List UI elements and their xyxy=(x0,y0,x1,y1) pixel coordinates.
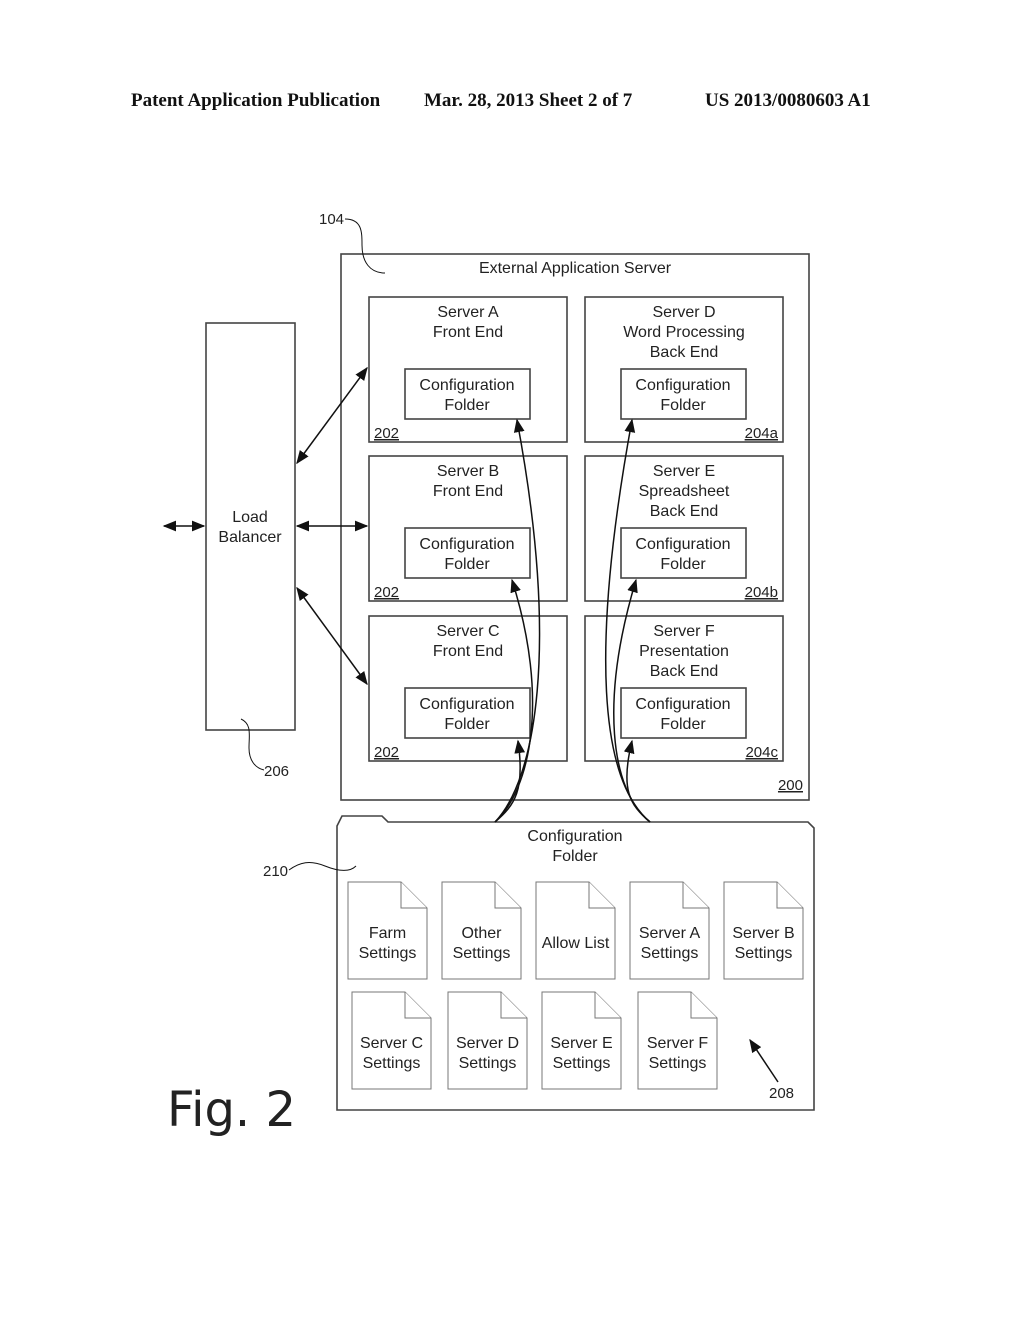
server-ref-number: 202 xyxy=(374,425,399,442)
server-config-folder-label: Folder xyxy=(660,556,706,573)
document-label: Settings xyxy=(459,1055,517,1072)
server-title-line: Front End xyxy=(433,483,503,500)
settings-document: Allow List xyxy=(535,881,616,980)
document-label: Allow List xyxy=(542,935,610,952)
document-label: Settings xyxy=(735,945,793,962)
server-ref-number: 202 xyxy=(374,584,399,601)
server-config-folder-label: Configuration xyxy=(419,536,514,553)
server-config-folder-label: Folder xyxy=(660,397,706,414)
settings-document: Farm Settings xyxy=(347,881,428,980)
server-title-line: Server D xyxy=(652,304,715,321)
server-title-line: Server A xyxy=(437,304,499,321)
document-label: Farm xyxy=(369,925,406,942)
server-title-line: Back End xyxy=(650,344,718,361)
settings-document: Server E Settings xyxy=(541,991,622,1090)
server-title-line: Server B xyxy=(437,463,499,480)
server-ref-number: 202 xyxy=(374,744,399,761)
document-label: Settings xyxy=(641,945,699,962)
server-config-folder-label: Folder xyxy=(444,716,490,733)
document-label: Settings xyxy=(359,945,417,962)
server-ref-number: 204a xyxy=(745,425,779,442)
settings-document: Server C Settings xyxy=(351,991,432,1090)
server-title-line: Server E xyxy=(653,463,715,480)
server-title-line: Word Processing xyxy=(623,324,745,341)
ref-104: 104 xyxy=(319,211,344,228)
ref-208: 208 xyxy=(769,1085,794,1102)
load-balancer-box xyxy=(205,322,296,731)
settings-document: Server F Settings xyxy=(637,991,718,1090)
server-config-folder-label: Configuration xyxy=(419,696,514,713)
load-balancer-label-line1: Load xyxy=(232,509,268,526)
figure-diagram: External Application Server 104 200 Serv… xyxy=(162,211,815,1138)
document-label: Settings xyxy=(553,1055,611,1072)
ref-200: 200 xyxy=(778,777,803,794)
document-label: Server C xyxy=(360,1035,423,1052)
document-label: Server E xyxy=(550,1035,612,1052)
server-ref-number: 204c xyxy=(745,744,778,761)
document-label: Settings xyxy=(453,945,511,962)
document-label: Settings xyxy=(649,1055,707,1072)
server-box-4: Server D Word Processing Back End Configura… xyxy=(584,296,784,443)
document-label: Other xyxy=(461,925,502,942)
settings-document: Server A Settings xyxy=(629,881,710,980)
document-label: Settings xyxy=(363,1055,421,1072)
settings-document: Server D Settings xyxy=(447,991,528,1090)
server-ref-number: 204b xyxy=(745,584,778,601)
server-config-folder-label: Configuration xyxy=(419,377,514,394)
document-label: Server A xyxy=(639,925,701,942)
load-balancer-label-line2: Balancer xyxy=(218,529,282,546)
server-config-folder-label: Folder xyxy=(660,716,706,733)
server-config-folder-label: Configuration xyxy=(635,536,730,553)
server-config-folder-label: Folder xyxy=(444,397,490,414)
server-title-line: Front End xyxy=(433,643,503,660)
server-title-line: Back End xyxy=(650,503,718,520)
server-title-line: Back End xyxy=(650,663,718,680)
server-title-line: Front End xyxy=(433,324,503,341)
ref-206: 206 xyxy=(264,763,289,780)
ref-210: 210 xyxy=(263,863,288,880)
document-label: Server F xyxy=(647,1035,709,1052)
settings-document: Other Settings xyxy=(441,881,522,980)
server-title-line: Server F xyxy=(653,623,715,640)
server-title-line: Server C xyxy=(436,623,499,640)
document-label: Server D xyxy=(456,1035,519,1052)
settings-document: Server B Settings xyxy=(723,881,804,980)
server-title-line: Spreadsheet xyxy=(639,483,730,500)
server-box-1: Server A Front End Configuration Folder 202 xyxy=(368,296,568,443)
server-title-line: Presentation xyxy=(639,643,729,660)
config-folder-title-line2: Folder xyxy=(552,848,598,865)
config-folder-title-line1: Configuration xyxy=(527,828,622,845)
figure-label: Fig. 2 xyxy=(167,1082,296,1138)
server-config-folder-label: Configuration xyxy=(635,696,730,713)
external-application-server-title: External Application Server xyxy=(479,260,672,277)
document-label: Server B xyxy=(732,925,794,942)
server-config-folder-label: Configuration xyxy=(635,377,730,394)
server-config-folder-label: Folder xyxy=(444,556,490,573)
